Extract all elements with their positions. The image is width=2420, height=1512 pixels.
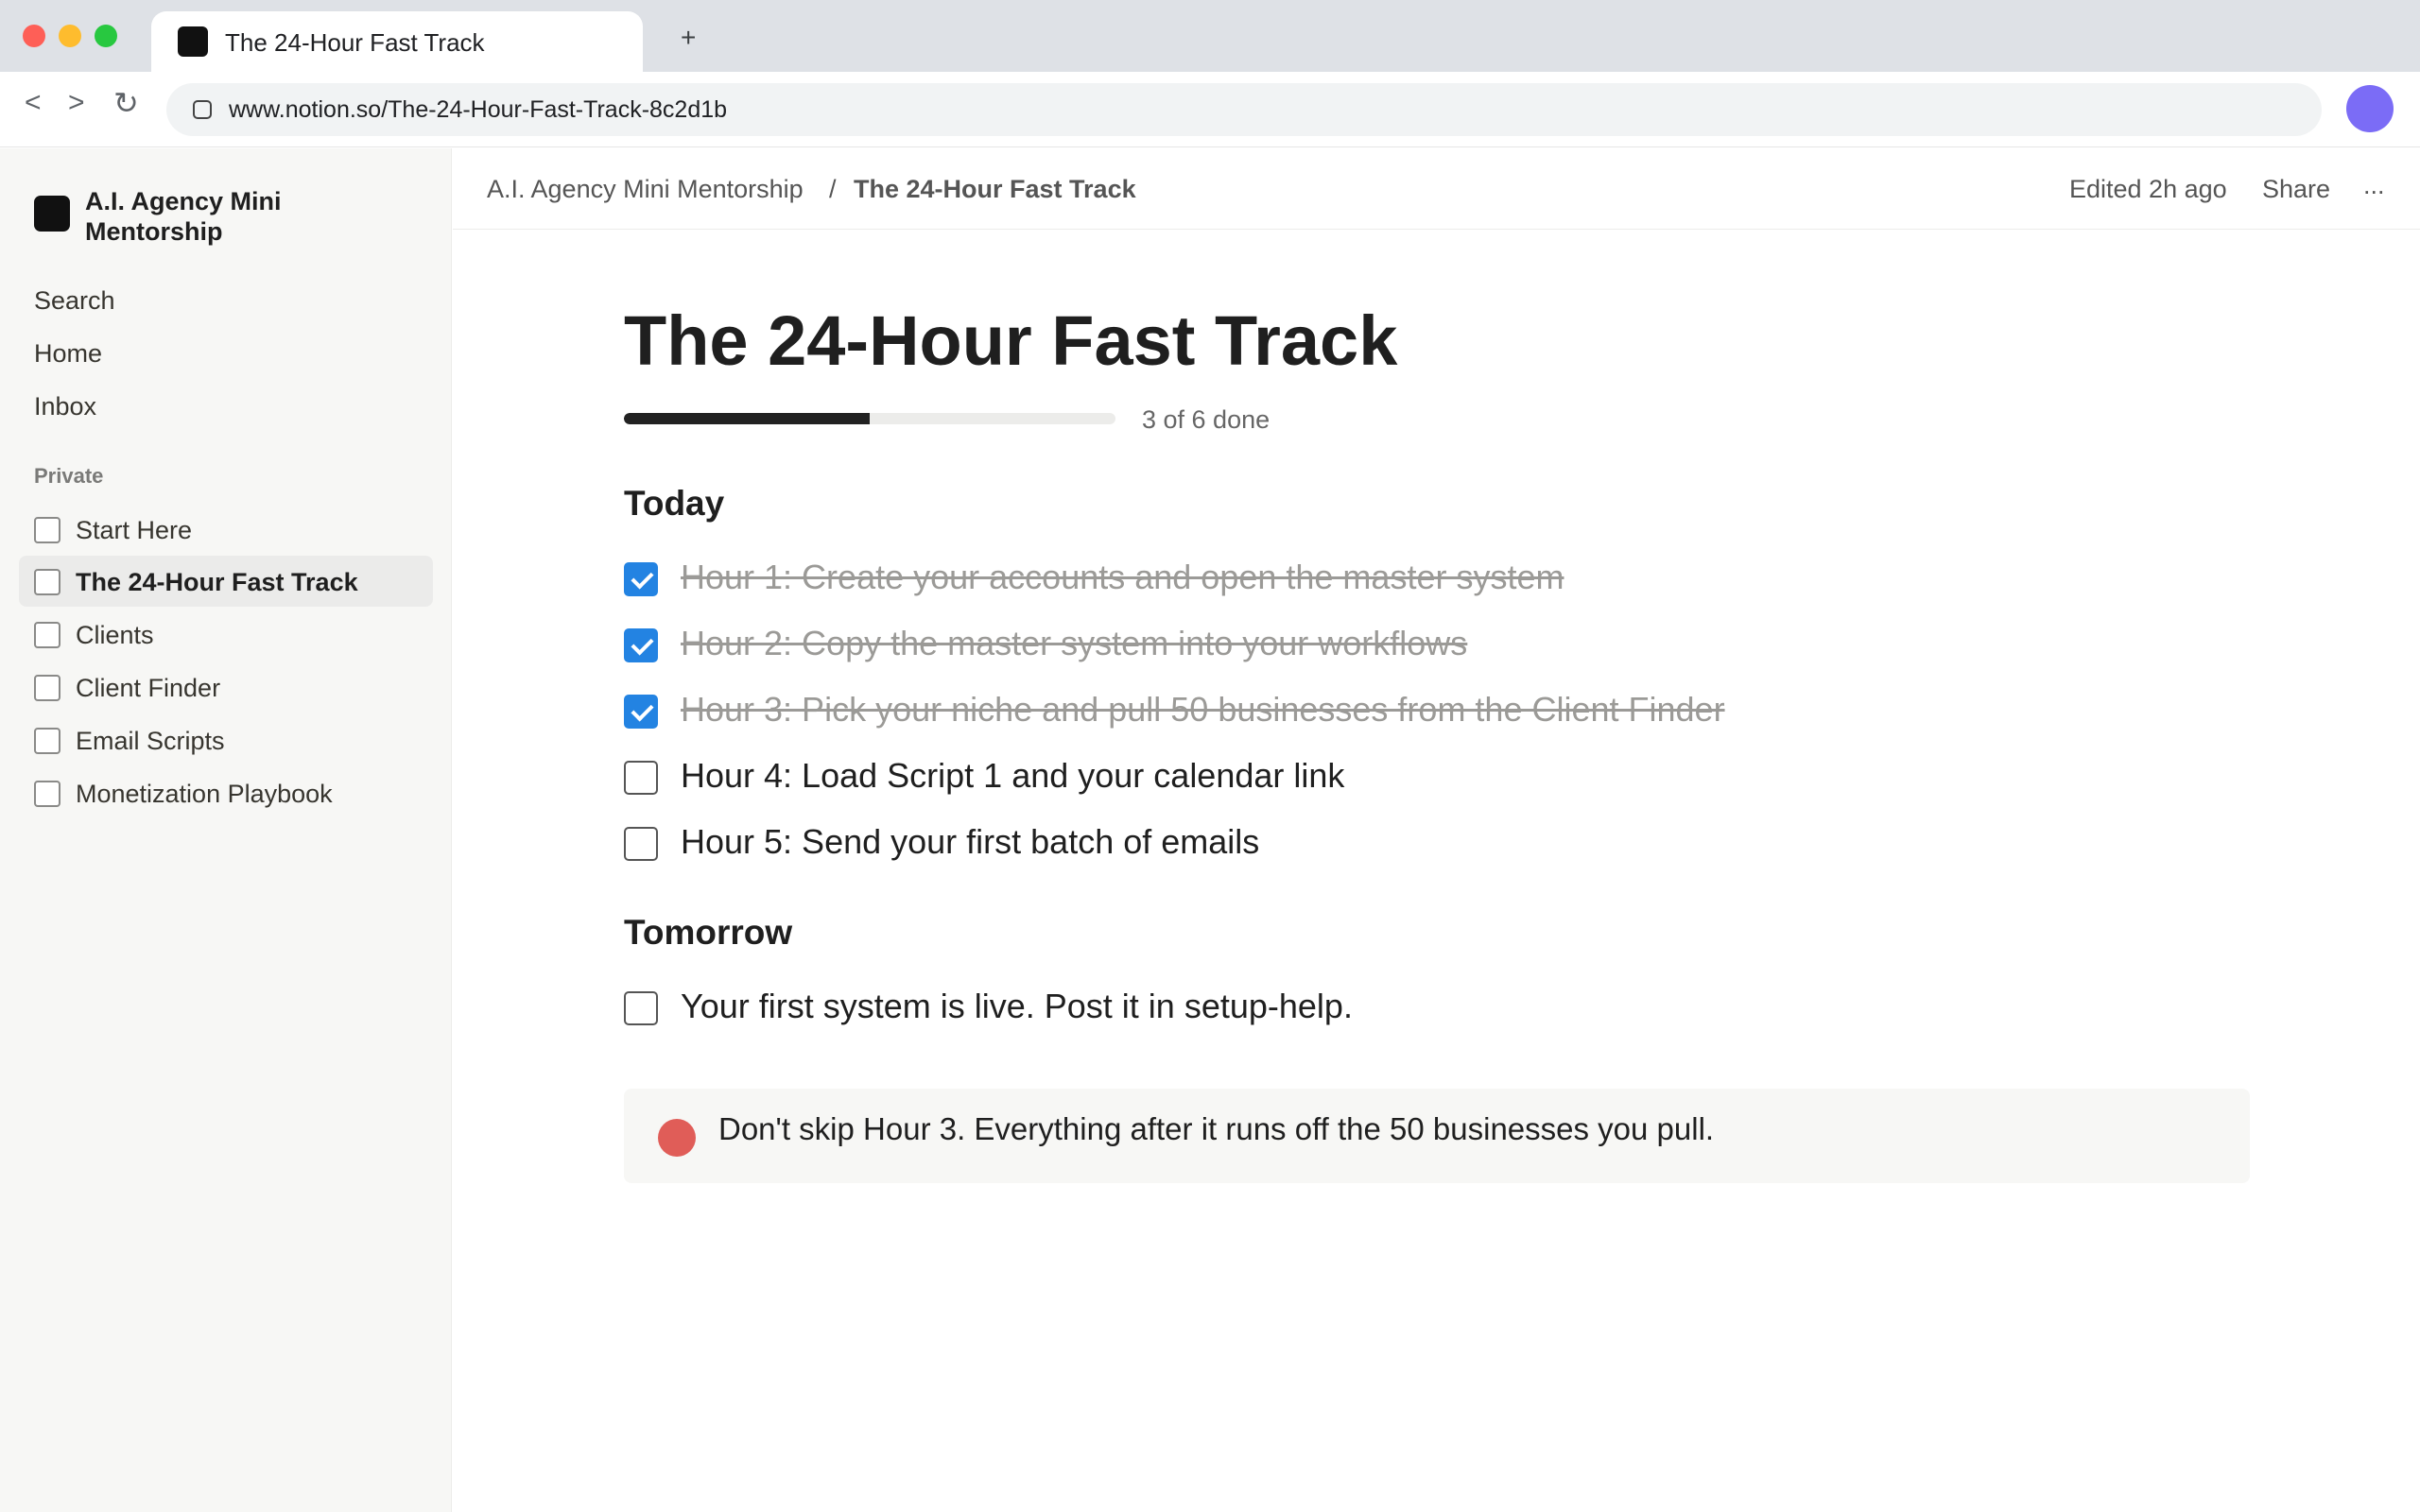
sidebar-page-fast-track[interactable]: The 24-Hour Fast Track	[19, 556, 433, 607]
sidebar-page-label: Clients	[76, 621, 154, 649]
sidebar-item-inbox[interactable]: Inbox	[34, 392, 96, 421]
site-info-icon[interactable]	[193, 100, 212, 119]
sidebar-page-start-here[interactable]: Start Here	[19, 504, 433, 555]
todo-text[interactable]: Hour 4: Load Script 1 and your calendar …	[681, 756, 1344, 796]
todo-item: Hour 2: Copy the master system into your…	[624, 620, 2231, 667]
todo-item: Hour 1: Create your accounts and open th…	[624, 554, 2231, 601]
tab-title: The 24-Hour Fast Track	[225, 28, 485, 57]
callout-block: Don't skip Hour 3. Everything after it r…	[624, 1089, 2250, 1183]
workspace-name[interactable]: A.I. Agency Mini Mentorship	[85, 186, 397, 247]
breadcrumb-current-page[interactable]: The 24-Hour Fast Track	[854, 175, 1136, 204]
sidebar-page-label: Email Scripts	[76, 727, 225, 755]
section-heading-today: Today	[624, 484, 725, 523]
url-input[interactable]: www.notion.so/The-24-Hour-Fast-Track-8c2…	[166, 83, 2322, 136]
page-icon	[34, 569, 60, 595]
todo-checkbox[interactable]	[624, 991, 658, 1025]
sidebar-page-label: Monetization Playbook	[76, 780, 333, 808]
callout-text[interactable]: Don't skip Hour 3. Everything after it r…	[718, 1111, 1714, 1147]
todo-item: Your first system is live. Post it in se…	[624, 983, 2231, 1030]
forward-button[interactable]: >	[68, 89, 85, 117]
todo-text[interactable]: Hour 3: Pick your niche and pull 50 busi…	[681, 690, 1725, 730]
sidebar-page-clients[interactable]: Clients	[19, 609, 433, 660]
page-icon	[34, 781, 60, 807]
sidebar-page-monetization-playbook[interactable]: Monetization Playbook	[19, 767, 433, 818]
page-icon	[34, 728, 60, 754]
sidebar-page-label: The 24-Hour Fast Track	[76, 568, 358, 596]
sidebar-section-private: Private	[34, 464, 104, 488]
progress-bar	[624, 413, 1115, 424]
page-title: The 24-Hour Fast Track	[624, 301, 1398, 380]
page-favicon-icon	[178, 26, 208, 57]
workspace-icon	[34, 196, 70, 232]
reload-button[interactable]: ↻	[113, 88, 139, 118]
profile-avatar[interactable]	[2346, 85, 2394, 132]
todo-checkbox[interactable]	[624, 761, 658, 795]
page-icon	[34, 675, 60, 701]
sidebar-page-label: Start Here	[76, 516, 193, 544]
back-button[interactable]: <	[25, 89, 42, 117]
edited-timestamp: Edited 2h ago	[2069, 175, 2227, 203]
progress-label: 3 of 6 done	[1142, 405, 1270, 434]
sidebar-item-home[interactable]: Home	[34, 339, 102, 369]
breadcrumb-workspace[interactable]: A.I. Agency Mini Mentorship	[487, 175, 804, 204]
url-text: www.notion.so/The-24-Hour-Fast-Track-8c2…	[229, 96, 728, 123]
todo-item: Hour 4: Load Script 1 and your calendar …	[624, 752, 2231, 799]
more-options-button[interactable]: ...	[2363, 171, 2385, 200]
browser-tab-bar: The 24-Hour Fast Track +	[0, 0, 2420, 72]
close-window-button[interactable]	[23, 25, 45, 47]
browser-tab[interactable]: The 24-Hour Fast Track	[151, 11, 643, 72]
sidebar-page-email-scripts[interactable]: Email Scripts	[19, 714, 433, 765]
todo-text[interactable]: Hour 5: Send your first batch of emails	[681, 822, 1259, 862]
sidebar-page-client-finder[interactable]: Client Finder	[19, 662, 433, 713]
red-circle-icon	[658, 1119, 696, 1157]
browser-address-bar: < > ↻ www.notion.so/The-24-Hour-Fast-Tra…	[0, 72, 2420, 147]
section-heading-tomorrow: Tomorrow	[624, 913, 793, 952]
todo-checkbox[interactable]	[624, 562, 658, 596]
maximize-window-button[interactable]	[95, 25, 117, 47]
todo-text[interactable]: Your first system is live. Post it in se…	[681, 987, 1353, 1026]
sidebar-page-label: Client Finder	[76, 674, 221, 702]
sidebar: A.I. Agency Mini Mentorship Search Home …	[0, 148, 452, 1512]
minimize-window-button[interactable]	[59, 25, 81, 47]
todo-checkbox[interactable]	[624, 628, 658, 662]
share-button[interactable]: Share	[2262, 175, 2330, 204]
new-tab-button[interactable]: +	[681, 25, 696, 51]
sidebar-item-search[interactable]: Search	[34, 286, 115, 316]
todo-text[interactable]: Hour 1: Create your accounts and open th…	[681, 558, 1564, 597]
page-topbar: A.I. Agency Mini Mentorship / The 24-Hou…	[453, 148, 2420, 230]
page-icon	[34, 517, 60, 543]
todo-item: Hour 5: Send your first batch of emails	[624, 818, 2231, 866]
progress-bar-fill	[624, 413, 870, 424]
todo-item: Hour 3: Pick your niche and pull 50 busi…	[624, 686, 2231, 733]
breadcrumb-separator: /	[829, 175, 837, 203]
todo-checkbox[interactable]	[624, 827, 658, 861]
todo-text[interactable]: Hour 2: Copy the master system into your…	[681, 624, 1467, 663]
todo-checkbox[interactable]	[624, 695, 658, 729]
page-icon	[34, 622, 60, 648]
